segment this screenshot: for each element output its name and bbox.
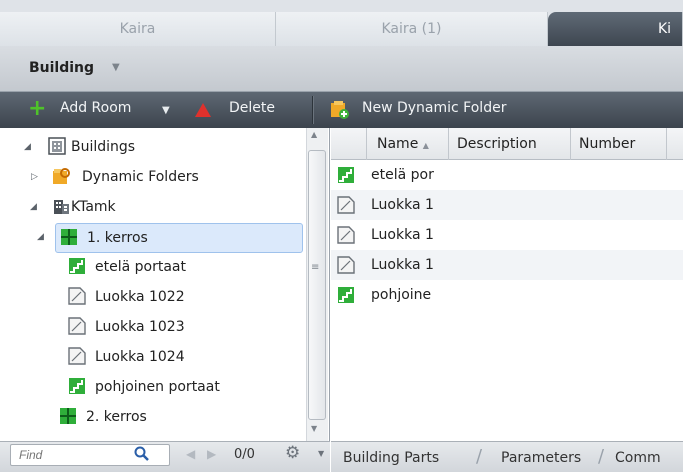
tab-label: Kaira (1) — [381, 21, 442, 37]
row-name: pohjoine — [371, 287, 432, 303]
tab-kaira-1[interactable]: Kaira (1) — [276, 12, 548, 46]
expand-icon[interactable]: ▷ — [31, 163, 38, 191]
column-header-label: Number — [579, 136, 636, 152]
next-result-icon[interactable]: ▶ — [207, 447, 216, 461]
building-label: Building — [29, 60, 95, 76]
tree-item-label: Luokka 1024 — [95, 349, 185, 365]
row-name: Luokka 1 — [371, 257, 434, 273]
tree-item-label: pohjoinen portaat — [95, 379, 220, 395]
room-icon — [68, 347, 86, 365]
tree-item-label: Luokka 1023 — [95, 319, 185, 335]
tab-active[interactable]: Ki — [548, 12, 683, 46]
row-name: Luokka 1 — [371, 197, 434, 213]
floor-icon — [60, 408, 76, 424]
column-header-description[interactable]: Description — [449, 128, 571, 160]
table-row[interactable]: etelä por — [331, 160, 683, 190]
tree-item-1-kerros[interactable]: 1. kerros — [55, 223, 303, 253]
sort-ascending-icon: ▲ — [422, 141, 429, 150]
building-tree: ◢ Buildings ▷ Dynamic Folders ◢ KTamk 1.… — [0, 128, 330, 441]
room-icon — [337, 226, 355, 244]
tree-item-label: KTamk — [71, 199, 116, 215]
table-row[interactable]: Luokka 1 — [331, 220, 683, 250]
search-icon[interactable] — [134, 446, 150, 462]
tree-item-label: 2. kerros — [86, 409, 147, 425]
tree-item-luokka-1022[interactable]: Luokka 1022 — [0, 283, 300, 311]
tree-item-luokka-1023[interactable]: Luokka 1023 — [0, 313, 300, 341]
room-icon — [68, 287, 86, 305]
grid-header: Name ▲ Description Number — [331, 128, 683, 160]
tab-comments[interactable]: Comm — [615, 450, 661, 466]
add-room-button[interactable]: Add Room — [60, 100, 131, 116]
grid-header-spacer — [331, 128, 367, 160]
tree-item-etela-portaat[interactable]: etelä portaat — [0, 253, 300, 281]
building-selector[interactable]: Building ▼ — [0, 46, 683, 92]
table-row[interactable]: Luokka 1 — [331, 190, 683, 220]
new-dynamic-folder-icon — [331, 101, 349, 119]
chevron-down-icon: ▼ — [112, 62, 120, 73]
grip-icon: ≡ — [311, 262, 320, 273]
gear-icon[interactable]: ⚙ — [285, 443, 300, 463]
tab-kaira[interactable]: Kaira — [0, 12, 276, 46]
column-header-number[interactable]: Number — [571, 128, 667, 160]
tree-item-2-kerros[interactable]: 2. kerros — [0, 403, 300, 431]
room-icon — [68, 317, 86, 335]
room-icon — [337, 256, 355, 274]
stairs-icon — [69, 258, 85, 274]
tree-item-dynamic-folders[interactable]: ▷ Dynamic Folders — [0, 163, 300, 191]
room-icon — [337, 196, 355, 214]
stairs-icon — [338, 287, 354, 303]
tree-item-label: Luokka 1022 — [95, 289, 185, 305]
scroll-up-icon[interactable]: ▲ — [311, 130, 317, 139]
building-icon — [54, 200, 69, 214]
tree-scrollbar-thumb[interactable] — [308, 150, 326, 420]
column-header-name[interactable]: Name ▲ — [367, 128, 449, 160]
delete-icon — [195, 103, 211, 117]
tab-label: Kaira — [119, 21, 156, 37]
new-dynamic-folder-button[interactable]: New Dynamic Folder — [362, 100, 506, 116]
table-row[interactable]: Luokka 1 — [331, 250, 683, 280]
tab-divider: / — [598, 446, 605, 467]
bottom-tab-bar: Building Parts / Parameters / Comm — [331, 441, 683, 472]
tree-item-ktamk[interactable]: ◢ KTamk — [0, 193, 300, 221]
stairs-icon — [338, 167, 354, 183]
tree-item-label: Buildings — [71, 139, 136, 155]
add-icon: + — [28, 96, 47, 121]
row-name: etelä por — [371, 167, 434, 183]
tab-parameters[interactable]: Parameters — [501, 450, 581, 466]
tree-item-label: Dynamic Folders — [82, 169, 199, 185]
toolbar: + Add Room ▼ Delete New Dynamic Folder — [0, 92, 683, 128]
tree-item-label: 1. kerros — [87, 230, 148, 246]
tab-building-parts[interactable]: Building Parts — [343, 450, 439, 466]
tab-divider: / — [476, 446, 483, 467]
row-name: Luokka 1 — [371, 227, 434, 243]
collapse-icon[interactable]: ◢ — [30, 193, 37, 221]
tree-item-label: etelä portaat — [95, 259, 186, 275]
stairs-icon — [69, 378, 85, 394]
add-room-dropdown-icon[interactable]: ▼ — [162, 105, 170, 116]
floor-icon — [61, 229, 77, 245]
tree-item-pohjoinen-portaat[interactable]: pohjoinen portaat — [0, 373, 300, 401]
column-header-label: Name — [377, 136, 419, 152]
previous-result-icon[interactable]: ◀ — [186, 447, 195, 461]
tree-item-buildings[interactable]: ◢ Buildings — [0, 133, 300, 161]
collapse-icon[interactable]: ◢ — [24, 133, 31, 161]
tab-label: Ki — [658, 21, 672, 37]
scroll-down-icon[interactable]: ▼ — [311, 424, 317, 433]
table-row[interactable]: pohjoine — [331, 280, 683, 310]
buildings-icon — [48, 137, 66, 155]
toolbar-divider — [312, 96, 314, 124]
options-dropdown-icon[interactable]: ▼ — [318, 449, 324, 458]
find-count: 0/0 — [234, 447, 255, 462]
column-header-label: Description — [457, 136, 537, 152]
collapse-icon[interactable]: ◢ — [37, 223, 44, 251]
dynamic-folder-icon — [53, 168, 70, 184]
delete-button[interactable]: Delete — [229, 100, 275, 116]
tree-item-luokka-1024[interactable]: Luokka 1024 — [0, 343, 300, 371]
